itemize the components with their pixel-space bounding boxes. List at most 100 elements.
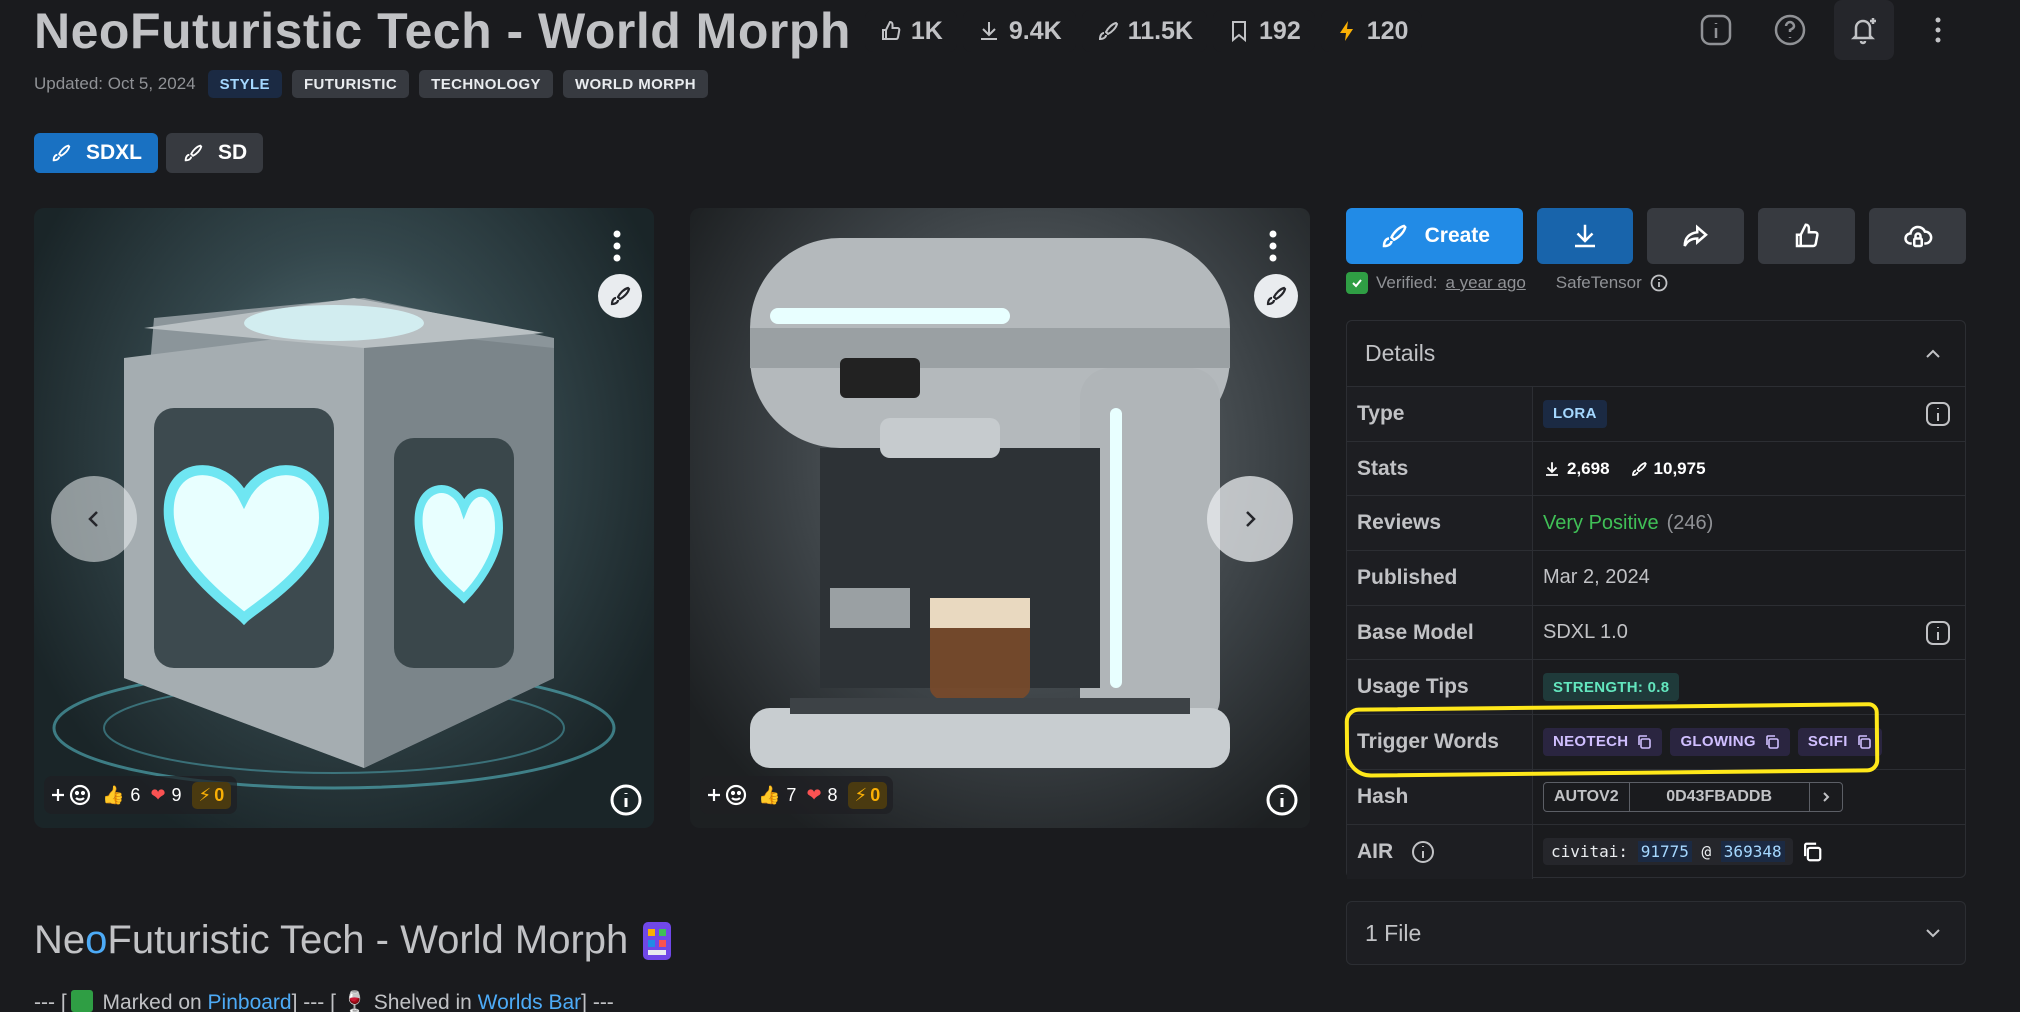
desc-text: ] ---	[581, 991, 614, 1012]
files-accordion[interactable]: 1 File	[1346, 901, 1966, 965]
pinboard-link[interactable]: Pinboard	[208, 991, 292, 1012]
tag-technology[interactable]: TECHNOLOGY	[419, 70, 553, 98]
info-icon[interactable]	[1411, 840, 1435, 864]
add-reaction-button[interactable]	[50, 783, 92, 807]
title-row: NeoFuturistic Tech - World Morph 1K 9.4K…	[34, 2, 1423, 60]
info-icon[interactable]	[1650, 274, 1668, 292]
details-header[interactable]: Details	[1347, 321, 1965, 387]
buzz-count: 0	[214, 784, 225, 805]
verified-date[interactable]: a year ago	[1445, 273, 1525, 293]
image-info-button[interactable]	[608, 782, 644, 818]
more-menu-button[interactable]	[1908, 0, 1968, 60]
heart-emoji-icon: ❤	[806, 784, 822, 805]
create-label: Create	[1424, 224, 1490, 247]
tip-buzz-button[interactable]: ⚡ 0	[191, 781, 232, 809]
carousel-next-button[interactable]	[1207, 476, 1293, 562]
heart-reaction[interactable]: ❤ 8	[806, 785, 837, 806]
share-icon	[1683, 224, 1708, 247]
buzz-stat[interactable]: 120	[1320, 10, 1423, 52]
model-stats: 1K 9.4K 11.5K 192 120	[864, 10, 1423, 52]
files-label: 1 File	[1365, 919, 1422, 946]
remix-button[interactable]	[1254, 274, 1298, 318]
trigger-word[interactable]: SCIFI	[1797, 727, 1882, 756]
air-model-id: 91775	[1637, 841, 1692, 863]
published-date: Mar 2, 2024	[1543, 566, 1650, 589]
card-menu-button[interactable]	[602, 226, 632, 266]
likes-count: 1K	[910, 16, 943, 45]
download-button[interactable]	[1536, 208, 1634, 264]
detail-row-type: Type LORA	[1347, 387, 1965, 442]
hash-value: 0D43FBADDB	[1630, 782, 1810, 811]
create-button[interactable]: Create	[1346, 208, 1523, 264]
hash-selector[interactable]: AUTOV2 0D43FBADDB	[1543, 781, 1843, 812]
question-icon	[1774, 14, 1806, 46]
brush-icon	[610, 286, 631, 306]
detail-row-base-model: Base Model SDXL 1.0	[1347, 605, 1965, 661]
detail-label: Reviews	[1347, 496, 1533, 551]
detail-row-air: AIR civitai: 91775 @ 369348	[1347, 824, 1965, 880]
brush-icon	[1382, 224, 1407, 248]
tag-world-morph[interactable]: WORLD MORPH	[562, 70, 709, 98]
tip-buzz-button[interactable]: ⚡ 0	[847, 781, 888, 809]
trigger-word[interactable]: GLOWING	[1670, 727, 1790, 756]
notify-button[interactable]	[1834, 0, 1894, 60]
thumbs-up-emoji-icon: 👍	[758, 784, 781, 805]
image-info-button[interactable]	[1264, 782, 1300, 818]
calculator-emoji-icon	[643, 921, 672, 960]
cloud-lock-button[interactable]	[1869, 208, 1966, 264]
cloud-lock-icon	[1903, 225, 1932, 248]
copy-icon[interactable]	[1801, 841, 1823, 863]
chevron-right-icon	[1246, 511, 1256, 527]
thumbs-up-emoji-icon: 👍	[102, 784, 125, 805]
heart-count: 8	[827, 784, 838, 805]
likes-stat[interactable]: 1K	[864, 10, 957, 52]
carousel-prev-button[interactable]	[51, 476, 137, 562]
like-reaction[interactable]: 👍 7	[758, 785, 796, 806]
trigger-word-text: GLOWING	[1680, 733, 1756, 751]
like-button[interactable]	[1758, 208, 1856, 264]
title-part: Ne	[34, 918, 86, 962]
tag-style[interactable]: STYLE	[207, 70, 282, 98]
info-button[interactable]	[1686, 0, 1746, 60]
detail-row-trigger-words: Trigger Words NEOTECH GLOWING SCIFI	[1347, 715, 1965, 770]
worlds-bar-link[interactable]: Worlds Bar	[478, 991, 581, 1012]
downloads-stat[interactable]: 9.4K	[962, 10, 1076, 52]
updated-date: Updated: Oct 5, 2024	[34, 74, 196, 93]
meta-row: Updated: Oct 5, 2024 STYLE FUTURISTIC TE…	[34, 70, 709, 98]
add-reaction-button[interactable]	[706, 783, 748, 807]
base-chip-label: SD	[218, 141, 248, 164]
tag-futuristic[interactable]: FUTURISTIC	[291, 70, 410, 98]
info-icon[interactable]	[1925, 620, 1951, 646]
remix-button[interactable]	[598, 274, 642, 318]
download-icon	[1546, 461, 1558, 476]
share-button[interactable]	[1647, 208, 1745, 264]
buzz-count: 0	[870, 784, 881, 805]
like-reaction[interactable]: 👍 6	[102, 785, 140, 806]
heart-reaction[interactable]: ❤ 9	[150, 785, 181, 806]
detail-row-stats: Stats 2,698 10,975	[1347, 441, 1965, 497]
review-count: (246)	[1666, 511, 1714, 534]
bookmarks-stat[interactable]: 192	[1213, 10, 1315, 52]
review-rating[interactable]: Very Positive	[1543, 512, 1659, 535]
help-button[interactable]	[1760, 0, 1820, 60]
detail-label: Type	[1347, 387, 1533, 441]
generation-stat: 10,975	[1630, 459, 1706, 479]
heart-count: 9	[171, 784, 182, 805]
generation-count: 10,975	[1653, 458, 1706, 478]
download-icon	[1575, 224, 1596, 248]
detail-label: Usage Tips	[1347, 660, 1533, 715]
copy-icon	[1857, 735, 1871, 749]
info-icon[interactable]	[1925, 401, 1951, 427]
base-chip-sd[interactable]: SD	[166, 133, 264, 173]
trigger-word[interactable]: NEOTECH	[1543, 727, 1663, 756]
verified-row: Verified: a year ago SafeTensor	[1346, 272, 1966, 294]
brush-icon	[184, 144, 203, 162]
chevron-right-icon	[1822, 791, 1830, 802]
detail-row-published: Published Mar 2, 2024	[1347, 551, 1965, 606]
base-chip-sdxl[interactable]: SDXL	[34, 133, 159, 173]
hash-next-button[interactable]	[1810, 783, 1842, 811]
plus-emoji-icon	[708, 784, 747, 806]
generations-stat[interactable]: 11.5K	[1081, 10, 1208, 52]
bolt-icon: ⚡	[854, 784, 868, 805]
card-menu-button[interactable]	[1258, 226, 1288, 266]
